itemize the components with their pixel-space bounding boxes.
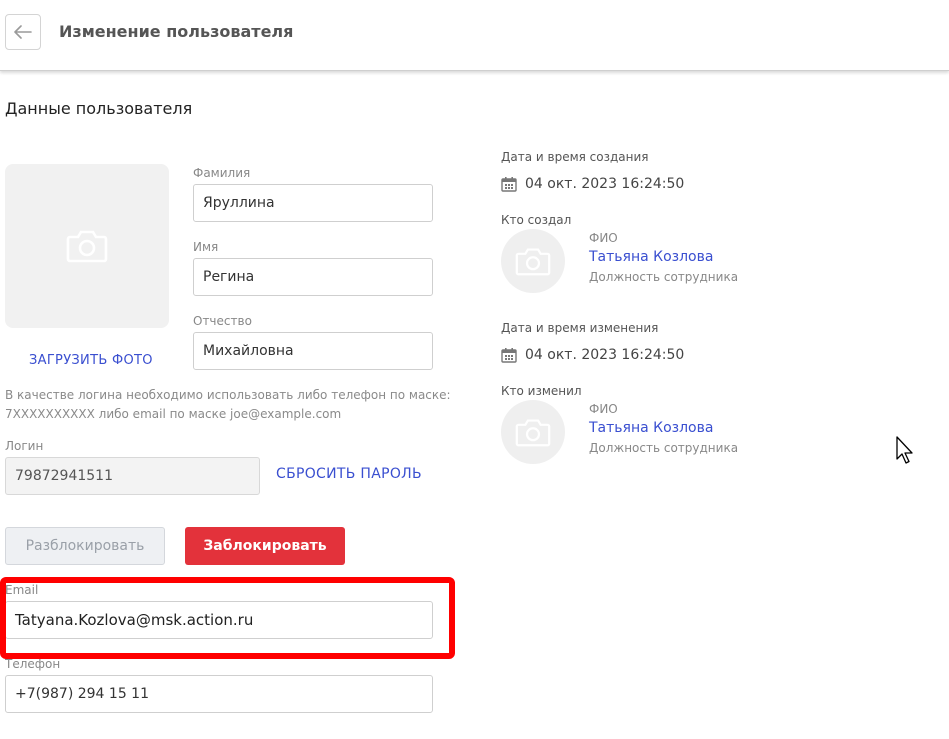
page-title: Изменение пользователя: [59, 22, 294, 41]
mouse-cursor-icon: [896, 436, 913, 464]
login-input[interactable]: 79872941511: [5, 457, 260, 495]
modifier-role: Должность сотрудника: [589, 441, 739, 455]
creator-name-link[interactable]: Татьяна Козлова: [589, 249, 713, 265]
modified-datetime-label: Дата и время изменения: [501, 321, 659, 335]
creator-fio-label: ФИО: [589, 231, 618, 245]
surname-input[interactable]: Яруллина: [193, 184, 433, 222]
phone-label: Телефон: [5, 657, 61, 671]
login-label: Логин: [5, 439, 44, 453]
reset-password-link[interactable]: СБРОСИТЬ ПАРОЛЬ: [276, 466, 422, 482]
creator-role: Должность сотрудника: [589, 270, 739, 284]
section-title: Данные пользователя: [5, 99, 193, 118]
back-button[interactable]: [5, 14, 41, 50]
photo-placeholder[interactable]: [5, 164, 169, 328]
login-hint-line2: 7XXXXXXXXXX либо email по маске joe@exam…: [5, 407, 342, 421]
camera-icon: [66, 230, 108, 263]
modifier-fio-label: ФИО: [589, 402, 618, 416]
camera-icon: [515, 418, 551, 446]
calendar-icon: [501, 177, 517, 192]
created-datetime-label: Дата и время создания: [501, 150, 649, 164]
phone-input[interactable]: +7(987) 294 15 11: [5, 675, 433, 713]
name-label: Имя: [193, 240, 219, 254]
modified-datetime-value: 04 окт. 2023 16:24:50: [525, 347, 685, 363]
surname-label: Фамилия: [193, 166, 251, 180]
login-hint: В качестве логина необходимо использоват…: [5, 386, 451, 424]
unlock-button[interactable]: Разблокировать: [5, 527, 165, 565]
email-input[interactable]: Tatyana.Kozlova@msk.action.ru: [5, 601, 433, 639]
modifier-name-link[interactable]: Татьяна Козлова: [589, 420, 713, 436]
login-hint-line1: В качестве логина необходимо использоват…: [5, 388, 451, 402]
upload-photo-link[interactable]: ЗАГРУЗИТЬ ФОТО: [29, 353, 153, 368]
name-input[interactable]: Регина: [193, 258, 433, 296]
patronymic-input[interactable]: Михайловна: [193, 332, 433, 370]
patronymic-label: Отчество: [193, 314, 252, 328]
modified-by-label: Кто изменил: [501, 384, 582, 398]
block-button[interactable]: Заблокировать: [185, 527, 345, 565]
creator-avatar: [501, 229, 565, 293]
camera-icon: [515, 247, 551, 275]
created-by-label: Кто создал: [501, 213, 572, 227]
page-header: Изменение пользователя: [0, 0, 949, 71]
arrow-left-icon: [14, 25, 32, 39]
created-datetime-value: 04 окт. 2023 16:24:50: [525, 176, 685, 192]
calendar-icon: [501, 348, 517, 363]
email-label: Email: [5, 583, 39, 597]
modifier-avatar: [501, 400, 565, 464]
modified-datetime: 04 окт. 2023 16:24:50: [501, 347, 684, 363]
created-datetime: 04 окт. 2023 16:24:50: [501, 176, 684, 192]
